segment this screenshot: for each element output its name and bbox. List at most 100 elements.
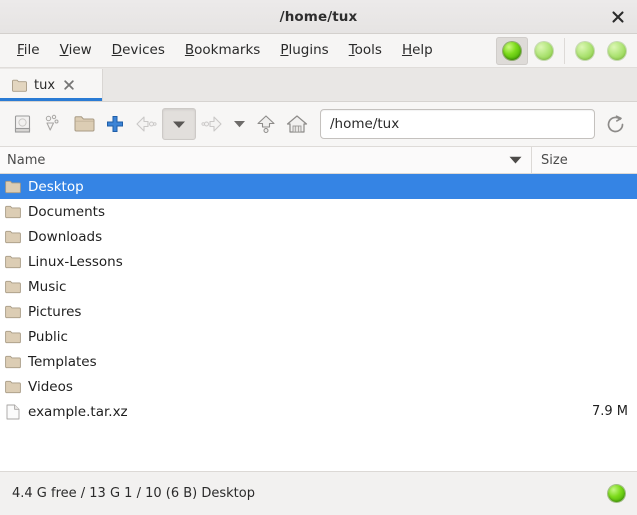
menu-label: evices xyxy=(122,42,165,58)
table-row[interactable]: Downloads xyxy=(0,224,637,249)
menu-item-tools[interactable]: Tools xyxy=(339,38,392,62)
status-led-icon xyxy=(503,42,521,60)
folder-icon xyxy=(2,180,24,194)
folder-icon xyxy=(2,230,24,244)
menu-label: ile xyxy=(24,42,40,58)
history-dropdown-button[interactable] xyxy=(162,108,196,140)
tab-close-button[interactable] xyxy=(62,78,76,92)
column-header-row: Name Size xyxy=(0,147,637,174)
status-text: 4.4 G free / 13 G 1 / 10 (6 B) Desktop xyxy=(12,486,255,501)
folder-icon xyxy=(2,380,24,394)
menu-item-view[interactable]: View xyxy=(50,38,102,62)
table-row[interactable]: Templates xyxy=(0,349,637,374)
led-button-1[interactable] xyxy=(496,37,528,65)
window-close-button[interactable] xyxy=(607,6,629,28)
table-row[interactable]: Pictures xyxy=(0,299,637,324)
folder-icon xyxy=(12,79,27,92)
file-name: Public xyxy=(24,329,532,345)
folder-icon xyxy=(2,255,24,269)
chevron-down-icon xyxy=(172,120,186,129)
table-row[interactable]: Documents xyxy=(0,199,637,224)
tab-tux[interactable]: tux xyxy=(0,69,103,101)
drive-icon xyxy=(13,114,32,134)
forward-dropdown-button[interactable] xyxy=(228,108,250,140)
sort-indicator[interactable] xyxy=(509,156,522,164)
menu-mnemonic: F xyxy=(17,42,24,58)
folder-icon xyxy=(2,205,24,219)
back-button[interactable] xyxy=(131,108,161,140)
led-separator xyxy=(564,38,565,64)
path-input[interactable]: /home/tux xyxy=(320,109,595,139)
toolbar: /home/tux xyxy=(0,102,637,147)
status-led-icon xyxy=(608,42,626,60)
column-header-name[interactable]: Name xyxy=(0,147,531,173)
table-row[interactable]: Desktop xyxy=(0,174,637,199)
menu-item-devices[interactable]: Devices xyxy=(102,38,175,62)
tab-label: tux xyxy=(34,78,55,93)
add-button[interactable] xyxy=(100,108,130,140)
window-title: /home/tux xyxy=(280,9,358,25)
menu-item-list: File View Devices Bookmarks Plugins Tool… xyxy=(0,34,443,67)
file-name: example.tar.xz xyxy=(24,404,532,420)
led-button-2[interactable] xyxy=(528,37,560,65)
file-name: Videos xyxy=(24,379,532,395)
folder-icon xyxy=(2,330,24,344)
chevron-down-icon xyxy=(509,156,522,164)
menu-mnemonic: D xyxy=(112,42,122,58)
menu-item-file[interactable]: File xyxy=(7,38,50,62)
arrow-up-icon xyxy=(255,114,277,134)
table-row[interactable]: Public xyxy=(0,324,637,349)
path-bar: /home/tux xyxy=(320,109,595,139)
folder-icon xyxy=(2,280,24,294)
file-name: Desktop xyxy=(24,179,532,195)
home-icon xyxy=(286,114,308,134)
folder-icon xyxy=(2,355,24,369)
parent-folder-button[interactable] xyxy=(251,108,281,140)
menu-label: iew xyxy=(69,42,92,58)
file-name: Downloads xyxy=(24,229,532,245)
forward-button[interactable] xyxy=(197,108,227,140)
new-folder-button[interactable] xyxy=(69,108,99,140)
menu-item-bookmarks[interactable]: Bookmarks xyxy=(175,38,270,62)
home-button[interactable] xyxy=(282,108,312,140)
status-led-icon[interactable] xyxy=(608,485,625,502)
close-icon xyxy=(64,80,74,90)
file-name: Documents xyxy=(24,204,532,220)
table-row[interactable]: example.tar.xz 7.9 M xyxy=(0,399,637,424)
chevron-down-icon xyxy=(233,120,246,128)
split-view-button[interactable] xyxy=(38,108,68,140)
menu-bar: File View Devices Bookmarks Plugins Tool… xyxy=(0,34,637,68)
led-indicator-group xyxy=(496,34,637,67)
table-row[interactable]: Linux-Lessons xyxy=(0,249,637,274)
mount-drive-button[interactable] xyxy=(7,108,37,140)
close-icon xyxy=(612,11,624,23)
menu-mnemonic: H xyxy=(402,42,412,58)
arrow-right-icon xyxy=(201,115,223,133)
file-name: Pictures xyxy=(24,304,532,320)
file-size: 7.9 M xyxy=(532,404,637,419)
menu-label: lugins xyxy=(288,42,328,58)
menu-label: elp xyxy=(412,42,433,58)
status-led-icon xyxy=(576,42,594,60)
status-led-icon xyxy=(535,42,553,60)
menu-spacer xyxy=(443,34,496,67)
led-button-3[interactable] xyxy=(569,37,601,65)
menu-mnemonic: B xyxy=(185,42,194,58)
column-header-name-label: Name xyxy=(7,153,45,168)
file-list[interactable]: Desktop Documents Downloads Linux-Lesson… xyxy=(0,174,637,467)
branch-icon xyxy=(43,114,64,134)
table-row[interactable]: Music xyxy=(0,274,637,299)
menu-item-help[interactable]: Help xyxy=(392,38,443,62)
reload-icon xyxy=(605,114,626,135)
led-button-4[interactable] xyxy=(601,37,633,65)
reload-button[interactable] xyxy=(600,108,630,140)
file-name: Linux-Lessons xyxy=(24,254,532,270)
menu-label: ools xyxy=(355,42,382,58)
menu-item-plugins[interactable]: Plugins xyxy=(270,38,338,62)
column-header-size[interactable]: Size xyxy=(531,147,637,173)
menu-mnemonic: V xyxy=(60,42,69,58)
document-icon xyxy=(2,404,24,420)
file-name: Templates xyxy=(24,354,532,370)
column-header-size-label: Size xyxy=(541,153,568,168)
table-row[interactable]: Videos xyxy=(0,374,637,399)
